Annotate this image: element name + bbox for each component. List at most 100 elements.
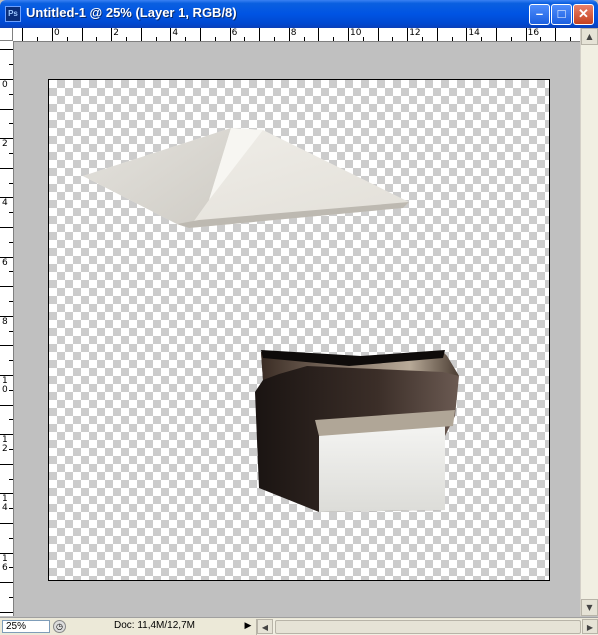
ruler-label: 4 [2,198,8,209]
maximize-button[interactable]: □ [551,4,572,25]
document-size-info: Doc: 11,4M/12,7M [114,620,195,631]
ruler-label: 2 [2,139,8,150]
ruler-tick [9,123,13,125]
ruler-tick [9,182,13,184]
ruler-tick [66,37,68,41]
roof-cap-shape [83,128,409,228]
ruler-tick [9,271,13,273]
status-info-icon[interactable]: ◷ [53,620,66,633]
ruler-tick [96,37,98,41]
vertical-ruler[interactable]: 0 2 4 6 8 1 0 1 2 1 4 1 6 [0,41,14,616]
ruler-tick [525,28,527,41]
ruler-label: 12 [409,28,421,38]
ruler-label: 6 [2,257,8,268]
minimize-icon: – [535,6,544,21]
scroll-down-button[interactable]: ▼ [581,599,598,616]
ruler-tick [496,28,497,41]
ruler-tick [481,37,483,41]
layer-1-image [83,128,459,512]
ruler-tick [303,37,305,41]
status-bar: 25% ◷ Doc: 11,4M/12,7M ▶ ◀ ▶ [0,617,598,635]
ruler-tick [466,28,468,41]
ruler-label: 8 [290,28,297,38]
ruler-tick [0,49,13,51]
zoom-level-field[interactable]: 25% [2,620,50,633]
ruler-tick [52,28,53,41]
ruler-tick [9,64,13,66]
ruler-tick [0,345,13,347]
ruler-tick [0,286,13,288]
status-menu-arrow-icon[interactable]: ▶ [243,621,253,632]
ruler-tick [9,389,13,391]
ruler-tick [436,28,438,41]
ruler-label: 1 0 [2,376,8,395]
horizontal-scrollbar[interactable]: ◀ ▶ [256,619,598,635]
ruler-tick [9,478,13,480]
ruler-tick [229,28,231,41]
ruler-tick [0,227,13,228]
vertical-scrollbar[interactable]: ▲ ▼ [580,28,598,616]
ruler-tick [9,301,13,302]
horizontal-ruler[interactable]: 0 2 4 6 8 10 12 14 16 [13,28,580,42]
ruler-tick [185,37,187,41]
scroll-up-button[interactable]: ▲ [581,28,598,45]
title-bar[interactable]: Ps Untitled-1 @ 25% (Layer 1, RGB/8) – □… [0,0,598,28]
ruler-label: 0 [54,28,60,38]
ruler-label: 14 [468,28,480,38]
ruler-tick [9,419,13,421]
scroll-right-button[interactable]: ▶ [582,619,598,634]
ruler-tick [0,523,13,524]
ruler-label: 2 [113,28,119,38]
ruler-tick [288,28,290,41]
ruler-tick [422,37,423,41]
document-canvas[interactable] [48,79,550,581]
ruler-tick [0,108,13,110]
ruler-tick [37,37,39,41]
close-button[interactable]: ✕ [573,4,594,25]
horizontal-scroll-thumb[interactable] [275,620,581,634]
ruler-tick [348,28,349,41]
ruler-tick [244,37,246,41]
ruler-tick [9,508,13,510]
window-title: Untitled-1 @ 25% (Layer 1, RGB/8) [26,5,237,20]
ruler-tick [9,449,13,450]
ruler-tick [9,330,13,332]
ruler-tick [318,28,320,41]
scroll-left-button[interactable]: ◀ [257,619,273,634]
ruler-tick [510,37,512,41]
ruler-tick [540,37,542,41]
ruler-tick [9,212,13,214]
photoshop-icon[interactable]: Ps [5,6,21,22]
ruler-tick [0,404,13,406]
close-icon: ✕ [578,6,589,21]
ruler-label: 8 [2,316,8,327]
ruler-tick [9,537,13,539]
ruler-tick [333,37,335,41]
ruler-tick [126,37,127,41]
ruler-tick [0,582,13,584]
ruler-tick [0,463,13,465]
ruler-tick [377,28,379,41]
pillar-block-shape [255,350,459,512]
ruler-tick [22,28,24,41]
minimize-button[interactable]: – [529,4,550,25]
ruler-tick [155,37,157,41]
ruler-tick [200,28,201,41]
ruler-origin[interactable] [0,28,13,41]
ruler-tick [214,37,216,41]
ruler-tick [0,167,13,169]
ruler-tick [9,153,13,154]
maximize-icon: □ [557,6,566,21]
ruler-tick [362,37,364,41]
document-window: Ps Untitled-1 @ 25% (Layer 1, RGB/8) – □… [0,0,598,635]
ruler-tick [9,360,13,362]
ruler-tick [274,37,275,41]
ruler-tick [170,28,172,41]
ruler-tick [0,611,13,613]
ruler-tick [9,567,13,569]
ruler-label: 1 6 [2,553,8,573]
ruler-tick [259,28,261,41]
ruler-tick [9,241,13,243]
ruler-label: 6 [231,28,238,38]
ruler-tick [555,28,557,41]
